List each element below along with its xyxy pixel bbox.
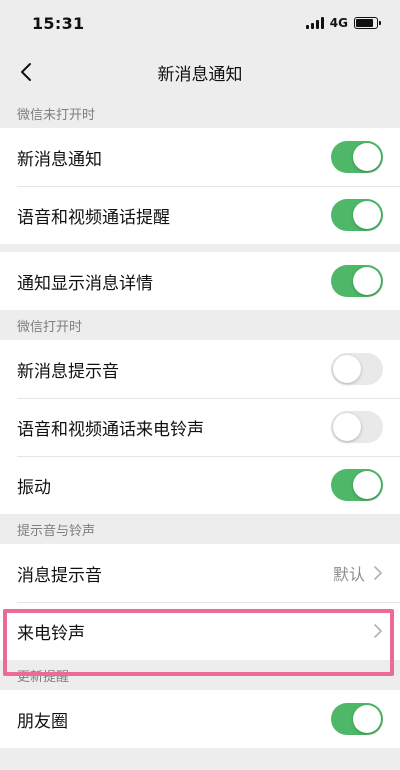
row-label: 语音和视频通话来电铃声	[17, 419, 204, 440]
settings-group-wechat-open: 新消息提示音 语音和视频通话来电铃声 振动	[0, 340, 400, 514]
settings-group-updates: 朋友圈	[0, 690, 400, 748]
row-label: 新消息通知	[17, 149, 102, 170]
row-label: 来电铃声	[17, 623, 85, 644]
new-message-sound-toggle[interactable]	[331, 353, 383, 385]
settings-group-details: 通知显示消息详情	[0, 252, 400, 310]
row-incoming-ringtone[interactable]: 来电铃声	[0, 602, 400, 660]
section-label-sound-ringtone: 提示音与铃声	[17, 523, 96, 539]
show-details-toggle[interactable]	[331, 265, 383, 297]
section-label-updates: 更新提醒	[17, 669, 70, 685]
row-label: 朋友圈	[17, 711, 68, 732]
row-label: 消息提示音	[17, 565, 102, 586]
status-indicators: 4G	[305, 16, 381, 30]
call-ringtone-toggle[interactable]	[331, 411, 383, 443]
row-moments: 朋友圈	[0, 690, 400, 748]
chevron-left-icon	[21, 63, 31, 81]
signal-strength-icon	[305, 17, 324, 29]
row-new-message-notification: 新消息通知	[0, 128, 400, 186]
row-show-details: 通知显示消息详情	[0, 252, 400, 310]
chevron-right-icon	[374, 624, 382, 638]
row-message-sound[interactable]: 消息提示音 默认	[0, 544, 400, 602]
row-label: 通知显示消息详情	[17, 273, 153, 294]
status-bar: 15:31 4G	[0, 0, 400, 46]
row-label: 振动	[17, 477, 51, 498]
section-label-wechat-closed: 微信未打开时	[17, 107, 96, 123]
network-type: 4G	[329, 16, 348, 30]
row-label: 新消息提示音	[17, 361, 119, 382]
vibrate-toggle[interactable]	[331, 469, 383, 501]
page-title: 新消息通知	[157, 64, 243, 85]
status-time: 15:31	[32, 13, 85, 33]
moments-toggle[interactable]	[331, 703, 383, 735]
settings-group-wechat-closed: 新消息通知 语音和视频通话提醒	[0, 128, 400, 244]
nav-bar: 新消息通知	[0, 46, 400, 98]
settings-group-sound-ringtone: 消息提示音 默认 来电铃声	[0, 544, 400, 660]
new-message-toggle[interactable]	[331, 141, 383, 173]
chevron-right-icon	[374, 566, 382, 580]
voice-video-reminder-toggle[interactable]	[331, 199, 383, 231]
battery-icon	[354, 17, 381, 29]
back-button[interactable]	[10, 56, 42, 88]
row-label: 语音和视频通话提醒	[17, 207, 170, 228]
row-vibrate: 振动	[0, 456, 400, 514]
row-call-ringtone: 语音和视频通话来电铃声	[0, 398, 400, 456]
message-sound-value: 默认	[332, 565, 365, 584]
row-new-message-sound: 新消息提示音	[0, 340, 400, 398]
row-voice-video-reminder: 语音和视频通话提醒	[0, 186, 400, 244]
section-label-wechat-open: 微信打开时	[17, 319, 83, 335]
